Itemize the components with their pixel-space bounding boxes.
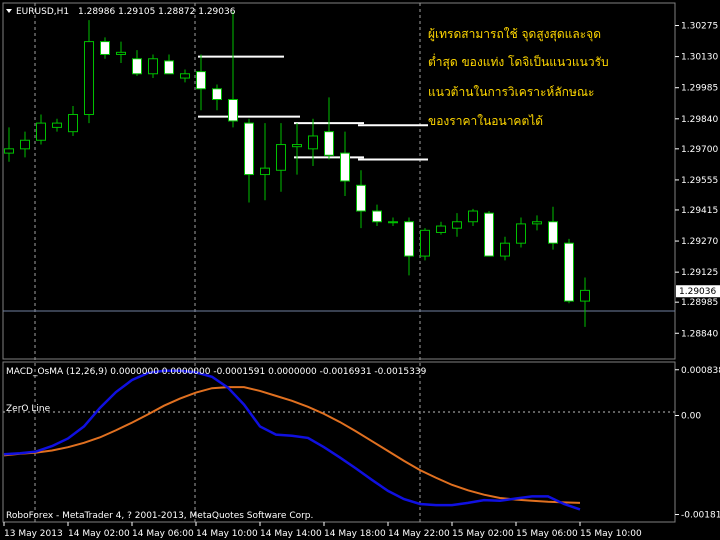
price-tick-label: 1.29415 [681,206,718,216]
price-tick-label: 1.29700 [681,145,718,155]
candle-body [164,60,174,75]
candle-body [132,58,142,75]
price-tick-label: 1.28985 [681,298,718,308]
symbol-header: EURUSD,H1 1.28986 1.29105 1.28872 1.2903… [6,7,236,17]
candle-body [212,88,222,101]
time-tick-label: 15 May 02:00 [452,529,514,539]
candle-body [244,122,254,176]
candle [484,211,494,257]
candle [420,228,430,261]
annotation-line-2: ต่ำสุด ของแท่ง โดจิเป็นแนวแนวรับ [428,53,609,70]
price-tick-label: 1.29270 [681,237,718,247]
time-tick-label: 14 May 10:00 [196,529,258,539]
candle [564,238,574,304]
annotation-line-3: แนวต้านในการวิเคราะห์ลักษณะ [428,85,594,99]
copyright-text: RoboForex - MetaTrader 4, ? 2001-2013, M… [6,511,313,521]
candle-body [420,229,430,257]
candle-body [324,131,334,156]
price-tick-label: 1.29985 [681,84,718,94]
current-price-label: 1.29036 [679,287,716,297]
candle-body [404,221,414,257]
candle-body [340,152,350,182]
price-tick-label: 1.30130 [681,53,718,63]
candle-body [100,41,110,55]
candle-body [180,73,190,79]
candle-body [4,148,14,154]
candle-body [52,122,62,128]
candle-body [468,210,478,223]
candle-body [548,221,558,244]
price-tick-label: 1.29555 [681,176,718,186]
candle-body [436,225,446,233]
candle-body [36,122,46,141]
candle-body [292,144,302,148]
time-tick-label: 13 May 2013 [4,529,63,539]
time-tick-label: 14 May 02:00 [68,529,130,539]
candle-body [148,58,158,75]
annotation-line-1: ผู้เทรดสามารถใช้ จุดสูงสุดและจุด [428,27,601,42]
candle-body [84,41,94,116]
time-axis: 13 May 2013 14 May 02:00 14 May 06:00 14 Ma… [3,522,642,539]
time-tick-label: 15 May 06:00 [516,529,578,539]
macd-tick-label: 0.00 [681,412,701,422]
candle-body [388,221,398,224]
price-tick-label: 1.29840 [681,115,718,125]
candle-body [228,99,238,122]
candle-body [580,289,590,302]
ohlc-values: 1.28986 1.29105 1.28872 1.29036 [78,7,236,17]
time-tick-label: 14 May 22:00 [388,529,450,539]
candle-body [20,139,30,150]
time-tick-label: 15 May 10:00 [580,529,642,539]
candle-body [532,221,542,225]
price-tick-label: 1.28840 [681,329,718,339]
zero-line-label: ZerO Line [6,404,51,414]
symbol-name: EURUSD,H1 [16,7,69,17]
price-axis: 1.30275 1.30130 1.29985 1.29840 1.29700 1.295… [675,22,720,339]
macd-axis: 0.000838 0.00 -0.001813 [675,366,720,521]
indicator-title: MACD_OsMA (12,26,9) 0.0000000 0.0000000 … [6,367,427,377]
trading-chart[interactable]: 1.30275 1.30130 1.29985 1.29840 1.29700 1.295… [0,0,720,540]
candle-body [308,135,318,150]
candle-body [372,210,382,223]
candle-body [276,144,286,171]
time-tick-label: 14 May 18:00 [324,529,386,539]
indicator-pane[interactable] [2,361,676,523]
price-tick-label: 1.30275 [681,22,718,32]
candle-body [452,221,462,229]
candle-body [564,242,574,302]
time-tick-label: 14 May 06:00 [132,529,194,539]
price-tick-label: 1.29125 [681,268,718,278]
candle-body [516,223,526,244]
time-tick-label: 14 May 14:00 [260,529,322,539]
candle-body [116,51,126,55]
macd-tick-label: 0.000838 [681,366,720,376]
candle-body [260,167,270,176]
annotation-line-4: ของราคาในอนาคตได้ [428,114,543,128]
candle-body [356,184,366,212]
candle-body [484,212,494,257]
candle-body [500,242,510,257]
macd-tick-label: -0.001813 [681,511,720,521]
candle-body [196,71,206,90]
candle-body [68,114,78,133]
